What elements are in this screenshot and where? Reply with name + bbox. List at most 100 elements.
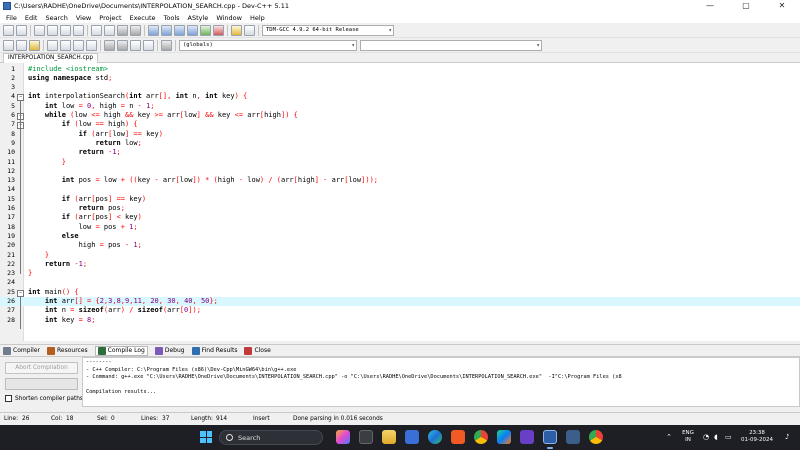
- code-line[interactable]: 1 #include <iostream>: [0, 65, 800, 74]
- rebuild-all-icon[interactable]: [187, 24, 198, 36]
- volume-icon[interactable]: ◖: [714, 433, 718, 441]
- compile-run-icon[interactable]: [174, 24, 185, 36]
- copy-icon[interactable]: [143, 39, 154, 51]
- code-line[interactable]: 19 else: [0, 232, 800, 241]
- find-icon[interactable]: [34, 24, 45, 36]
- clock-time[interactable]: 23:38: [737, 430, 777, 437]
- syntax-check-icon[interactable]: [200, 24, 211, 36]
- code-line[interactable]: 14: [0, 185, 800, 194]
- menu-project[interactable]: Project: [95, 14, 125, 22]
- menu-window[interactable]: Window: [212, 14, 246, 22]
- run-icon[interactable]: [161, 24, 172, 36]
- undo-icon[interactable]: [3, 24, 14, 36]
- save-icon[interactable]: [73, 39, 84, 51]
- file-explorer-icon[interactable]: [382, 430, 396, 444]
- cut-icon[interactable]: [130, 39, 141, 51]
- compile-icon[interactable]: [148, 24, 159, 36]
- menu-tools[interactable]: Tools: [160, 14, 184, 22]
- compiler-select[interactable]: TDM-GCC 4.9.2 64-bit Release ▾: [262, 24, 394, 36]
- code-line[interactable]: 7− if (low == high) {: [0, 120, 800, 130]
- store-icon[interactable]: [405, 430, 419, 444]
- globals-select[interactable]: (globals) ▾: [179, 39, 357, 51]
- code-line[interactable]: 24: [0, 278, 800, 287]
- menu-edit[interactable]: Edit: [21, 14, 42, 22]
- code-line[interactable]: 6− while (low <= high && key >= arr[low]…: [0, 111, 800, 120]
- code-line[interactable]: 8 if (arr[low] == key): [0, 130, 800, 139]
- code-line[interactable]: 27 int n = sizeof(arr) / sizeof(arr[0]);: [0, 306, 800, 315]
- replace-icon[interactable]: [47, 24, 58, 36]
- code-line[interactable]: 10 return -1;: [0, 148, 800, 157]
- visual-studio-icon[interactable]: [520, 430, 534, 444]
- bookmark-icon[interactable]: [29, 39, 40, 51]
- menu-view[interactable]: View: [72, 14, 95, 22]
- close-all-icon[interactable]: [117, 39, 128, 51]
- code-line[interactable]: 23}: [0, 269, 800, 278]
- menu-file[interactable]: File: [2, 14, 21, 22]
- close-file-icon[interactable]: [104, 39, 115, 51]
- code-line[interactable]: 9 return low;: [0, 139, 800, 148]
- abort-compilation-button[interactable]: Abort Compilation: [5, 362, 78, 374]
- indent-icon[interactable]: [3, 39, 14, 51]
- tab-close[interactable]: Close: [244, 346, 271, 355]
- copilot-icon[interactable]: [336, 430, 350, 444]
- tab-compiler[interactable]: Compiler: [3, 346, 40, 355]
- toggle-bookmark-icon[interactable]: [117, 24, 128, 36]
- code-line[interactable]: 17 if (arr[pos] < key): [0, 213, 800, 222]
- close-window-button[interactable]: ✕: [764, 0, 800, 12]
- code-line[interactable]: 5 int low = 0, high = n - 1;: [0, 102, 800, 111]
- code-line[interactable]: 15 if (arr[pos] == key): [0, 195, 800, 204]
- file-tab[interactable]: INTERPOLATION_SEARCH.cpp: [3, 53, 99, 63]
- language-region[interactable]: IN: [678, 437, 698, 444]
- new-project-icon[interactable]: [91, 24, 102, 36]
- code-line[interactable]: 3: [0, 83, 800, 92]
- chrome-profile-icon[interactable]: [589, 430, 603, 444]
- maximize-button[interactable]: ▢: [728, 0, 764, 12]
- goto-bookmark-icon[interactable]: [130, 24, 141, 36]
- menu-execute[interactable]: Execute: [126, 14, 160, 22]
- code-line[interactable]: 25− int main() {: [0, 288, 800, 297]
- code-editor[interactable]: 1 #include <iostream> 2 using namespace std…: [0, 63, 800, 341]
- code-line[interactable]: 12: [0, 167, 800, 176]
- new-file-icon[interactable]: [47, 39, 58, 51]
- code-line[interactable]: 26 int arr[] = {2,3,8,9,11, 20, 30, 40, …: [0, 297, 800, 307]
- code-line[interactable]: 20 high = pos - 1;: [0, 241, 800, 250]
- menu-search[interactable]: Search: [41, 14, 71, 22]
- unindent-icon[interactable]: [16, 39, 27, 51]
- menu-astyle[interactable]: AStyle: [184, 14, 213, 22]
- notification-bell-icon[interactable]: ♪: [785, 433, 789, 441]
- function-select[interactable]: ▾: [360, 39, 542, 51]
- code-line[interactable]: 18 low = pos + 1;: [0, 223, 800, 232]
- edge-icon[interactable]: [428, 430, 442, 444]
- clock-date[interactable]: 01-09-2024: [737, 437, 777, 444]
- code-line[interactable]: 11 }: [0, 158, 800, 167]
- checkbox-box[interactable]: [5, 395, 12, 402]
- code-line[interactable]: 22 return -1;: [0, 260, 800, 269]
- chevron-up-icon[interactable]: ⌃: [666, 433, 672, 441]
- class-browser-icon[interactable]: [104, 24, 115, 36]
- goto-line-icon[interactable]: [73, 24, 84, 36]
- intellij-icon[interactable]: [497, 430, 511, 444]
- windows-start-icon[interactable]: [200, 431, 212, 443]
- tab-debug[interactable]: Debug: [154, 346, 185, 355]
- tab-compile-log[interactable]: Compile Log: [94, 345, 148, 356]
- taskbar-search[interactable]: Search: [219, 430, 323, 445]
- battery-icon[interactable]: ▭: [725, 433, 732, 441]
- code-line[interactable]: 2 using namespace std;: [0, 74, 800, 83]
- task-view-icon[interactable]: [359, 430, 373, 444]
- code-blocks-icon[interactable]: [566, 430, 580, 444]
- save-all-icon[interactable]: [86, 39, 97, 51]
- language-code[interactable]: ENG: [678, 430, 698, 437]
- code-line[interactable]: 28 int key = 8;: [0, 316, 800, 325]
- code-line[interactable]: 21 }: [0, 251, 800, 260]
- shorten-paths-checkbox[interactable]: Shorten compiler paths: [5, 395, 83, 402]
- open-file-icon[interactable]: [60, 39, 71, 51]
- redo-icon[interactable]: [16, 24, 27, 36]
- profile-chart-icon[interactable]: [231, 24, 242, 36]
- tab-find-results[interactable]: Find Results: [191, 346, 237, 355]
- delete-profile-icon[interactable]: [244, 24, 255, 36]
- wifi-icon[interactable]: ◔: [703, 433, 709, 441]
- code-line[interactable]: 13 int pos = low + ((key - arr[low]) * (…: [0, 176, 800, 185]
- code-line[interactable]: 16 return pos;: [0, 204, 800, 213]
- code-line[interactable]: 4− int interpolationSearch(int arr[], int…: [0, 92, 800, 102]
- compile-log-output[interactable]: -------- - C++ Compiler: C:\Program Files…: [82, 357, 800, 407]
